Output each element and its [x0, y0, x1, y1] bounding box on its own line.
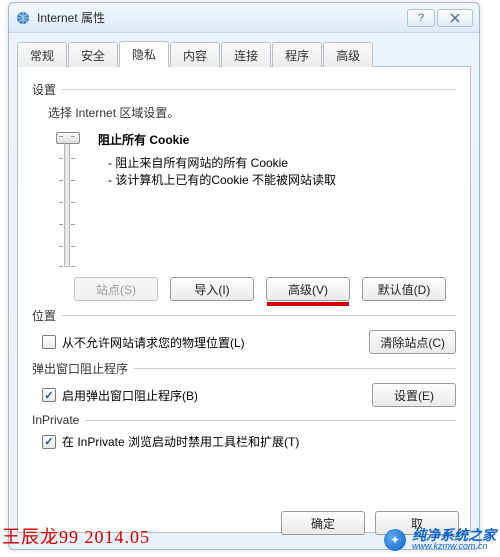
location-label: 位置 — [32, 307, 56, 324]
window-title: Internet 属性 — [37, 9, 407, 26]
divider — [62, 89, 456, 90]
tab-security[interactable]: 安全 — [68, 42, 118, 67]
sites-button: 站点(S) — [74, 277, 158, 301]
privacy-panel: 设置 选择 Internet 区域设置。 阻止所有 Cookie - — [17, 67, 471, 533]
clear-sites-button[interactable]: 清除站点(C) — [369, 330, 456, 354]
watermark-right-sub: www.kzmw.com.cn — [412, 542, 496, 551]
settings-buttons-row: 站点(S) 导入(I) 高级(V) 默认值(D) — [74, 277, 456, 301]
inprivate-label: InPrivate — [32, 413, 79, 427]
divider — [62, 315, 456, 316]
inprivate-checkbox-label: 在 InPrivate 浏览启动时禁用工具栏和扩展(T) — [62, 433, 299, 450]
internet-properties-window: Internet 属性 ? 常规 安全 隐私 内容 连接 程序 高级 设置 选择… — [8, 2, 480, 550]
watermark-left: 王辰龙99 2014.05 — [2, 523, 150, 549]
slider-thumb[interactable] — [56, 132, 80, 144]
settings-header: 设置 — [32, 81, 456, 98]
choose-zone-text: 选择 Internet 区域设置。 — [48, 104, 456, 121]
watermark-right-text: 纯净系统之家 — [412, 528, 496, 542]
tab-general[interactable]: 常规 — [17, 42, 67, 67]
slider-track[interactable] — [64, 135, 70, 267]
help-button[interactable]: ? — [407, 9, 435, 27]
popup-label: 弹出窗口阻止程序 — [32, 360, 128, 377]
privacy-bullet-2: - 该计算机上已有的Cookie 不能被网站读取 — [108, 171, 456, 188]
location-checkbox-label: 从不允许网站请求您的物理位置(L) — [62, 334, 245, 351]
close-button[interactable] — [437, 9, 473, 27]
tab-connections[interactable]: 连接 — [221, 42, 271, 67]
watermark-right: ✦ 纯净系统之家 www.kzmw.com.cn — [384, 528, 496, 551]
popup-header: 弹出窗口阻止程序 — [32, 360, 456, 377]
divider — [134, 368, 456, 369]
default-button[interactable]: 默认值(D) — [362, 277, 446, 301]
tabs-strip: 常规 安全 隐私 内容 连接 程序 高级 — [17, 39, 471, 67]
privacy-level-title: 阻止所有 Cookie — [98, 131, 456, 148]
divider — [85, 420, 456, 421]
tab-advanced[interactable]: 高级 — [323, 42, 373, 67]
popup-checkbox-label: 启用弹出窗口阻止程序(B) — [62, 387, 198, 404]
advanced-button[interactable]: 高级(V) — [266, 277, 350, 301]
tab-privacy[interactable]: 隐私 — [119, 41, 169, 67]
privacy-slider[interactable] — [48, 127, 86, 267]
inprivate-checkbox[interactable] — [42, 435, 56, 449]
location-checkbox[interactable] — [42, 335, 56, 349]
globe-icon — [15, 10, 31, 26]
inprivate-header: InPrivate — [32, 413, 456, 427]
ok-button[interactable]: 确定 — [281, 511, 365, 535]
watermark-logo-icon: ✦ — [384, 529, 406, 551]
popup-checkbox[interactable] — [42, 388, 56, 402]
location-header: 位置 — [32, 307, 456, 324]
inprivate-row: 在 InPrivate 浏览启动时禁用工具栏和扩展(T) — [42, 433, 456, 450]
location-row: 从不允许网站请求您的物理位置(L) 清除站点(C) — [42, 330, 456, 354]
window-buttons: ? — [407, 9, 473, 27]
titlebar[interactable]: Internet 属性 ? — [9, 3, 479, 33]
privacy-bullet-1: - 阻止来自所有网站的所有 Cookie — [108, 154, 456, 171]
tab-content[interactable]: 内容 — [170, 42, 220, 67]
settings-label: 设置 — [32, 81, 56, 98]
slider-description: 阻止所有 Cookie - 阻止来自所有网站的所有 Cookie - 该计算机上… — [98, 127, 456, 188]
tab-programs[interactable]: 程序 — [272, 42, 322, 67]
popup-settings-button[interactable]: 设置(E) — [372, 383, 456, 407]
import-button[interactable]: 导入(I) — [170, 277, 254, 301]
popup-row: 启用弹出窗口阻止程序(B) 设置(E) — [42, 383, 456, 407]
